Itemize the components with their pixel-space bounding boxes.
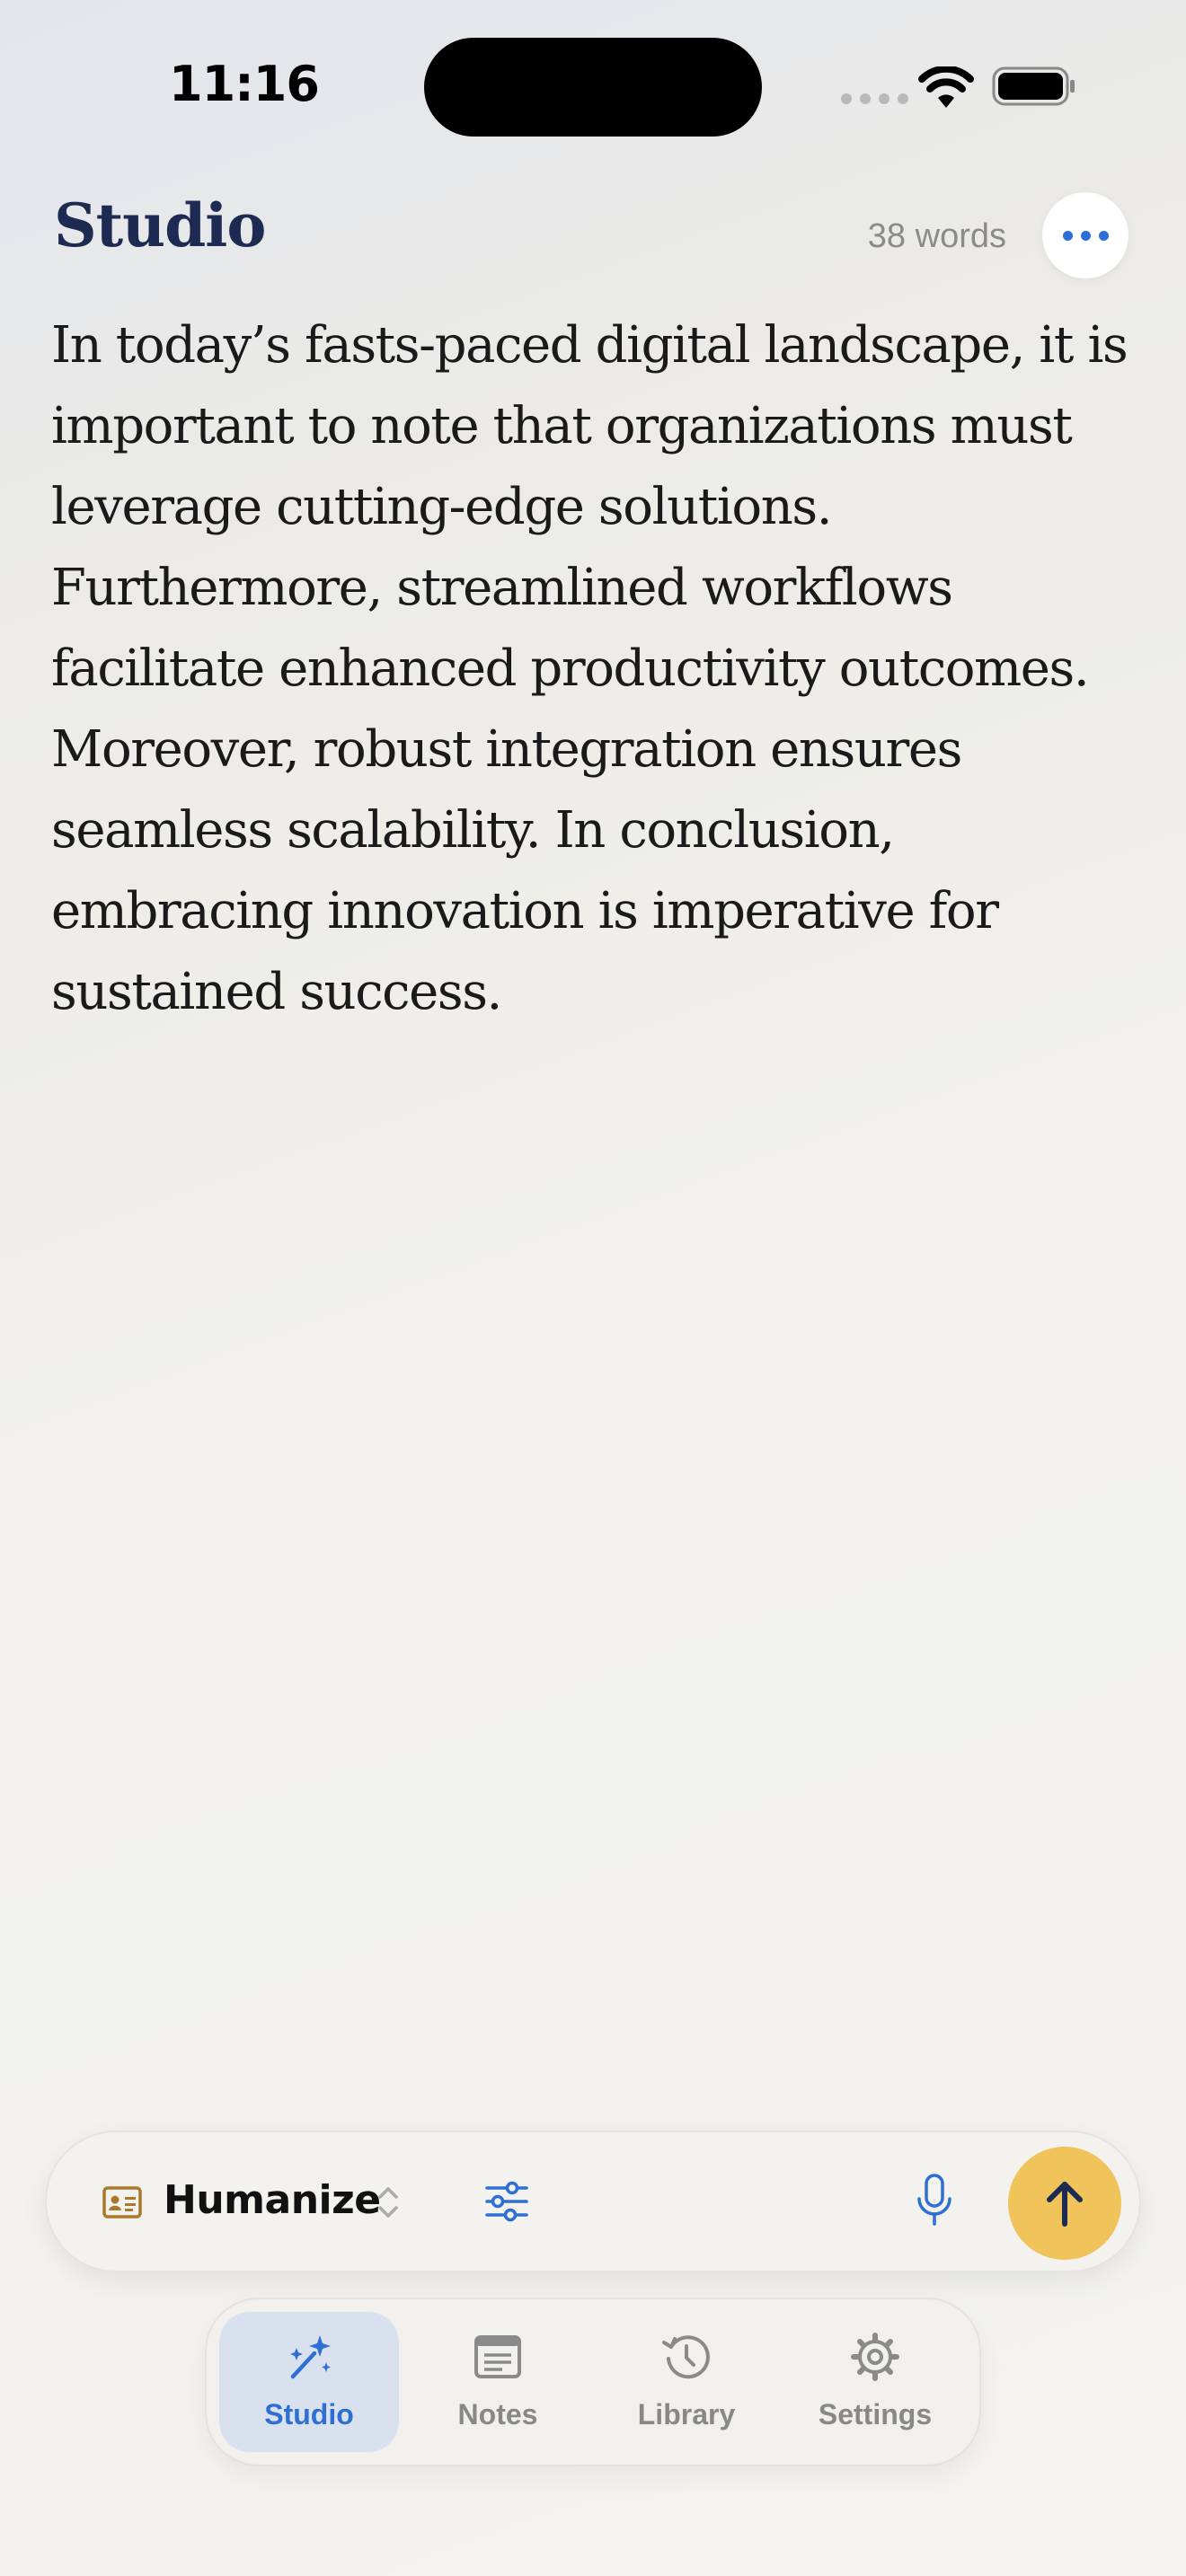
tab-library[interactable]: Library	[597, 2312, 776, 2452]
tab-settings[interactable]: Settings	[785, 2312, 965, 2452]
tab-label: Studio	[264, 2398, 354, 2430]
document-text[interactable]: In today’s fasts-paced digital landscape…	[51, 305, 1138, 1033]
tab-label: Library	[637, 2398, 736, 2430]
id-card-icon	[102, 2186, 142, 2219]
sliders-icon[interactable]	[483, 2179, 530, 2224]
status-time: 11:16	[169, 56, 320, 112]
battery-icon	[992, 66, 1075, 106]
page-title: Studio	[54, 190, 266, 260]
tab-label: Settings	[818, 2398, 933, 2430]
tab-studio[interactable]: Studio	[219, 2312, 399, 2452]
tab-bar: Studio Notes Library Settings	[205, 2298, 981, 2466]
status-bar: 11:16	[0, 0, 1186, 171]
word-count: 38 words	[867, 217, 1006, 255]
send-button[interactable]	[1008, 2147, 1121, 2260]
dynamic-island	[424, 38, 762, 137]
tab-notes[interactable]: Notes	[408, 2312, 588, 2452]
wifi-icon	[918, 66, 974, 108]
more-dots-icon	[1062, 230, 1073, 241]
note-icon	[474, 2335, 521, 2378]
history-icon	[662, 2335, 710, 2379]
more-options-button[interactable]	[1042, 192, 1128, 278]
composer-bar: Humanize	[45, 2130, 1141, 2272]
tab-label: Notes	[457, 2398, 538, 2430]
arrow-up-icon	[1047, 2182, 1083, 2227]
mode-selector[interactable]: Humanize	[164, 2177, 381, 2223]
magic-wand-icon	[290, 2335, 331, 2379]
chevron-up-down-icon[interactable]	[376, 2183, 401, 2222]
microphone-icon[interactable]	[915, 2172, 954, 2229]
cellular-signal-icon	[841, 93, 908, 104]
gear-icon	[851, 2333, 899, 2381]
